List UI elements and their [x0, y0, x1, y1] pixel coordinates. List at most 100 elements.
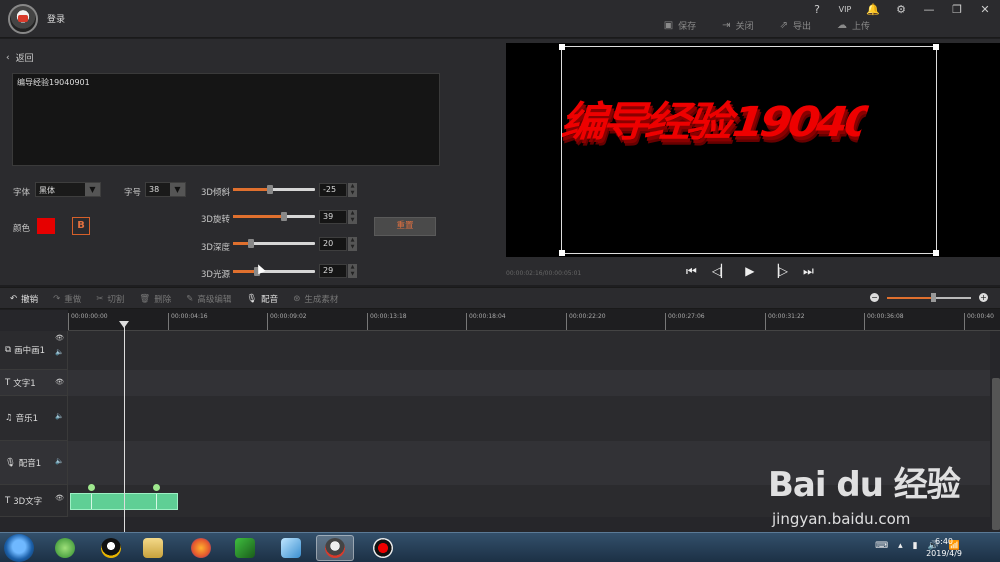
speaker-icon[interactable]: 🔈 [55, 348, 64, 356]
light-stepper[interactable]: ▲ ▼ [348, 264, 357, 278]
taskbar-app-explorer[interactable] [134, 535, 172, 561]
depth-value-input[interactable]: 20 [319, 237, 347, 251]
step-forward-icon[interactable]: ▕▷ [770, 264, 788, 279]
slider-handle[interactable] [280, 212, 287, 221]
gear-icon[interactable]: ⚙ [894, 3, 908, 16]
ruler-tick: 00:00:18:04 [466, 313, 506, 330]
resize-handle[interactable] [559, 44, 565, 50]
light-slider[interactable] [233, 267, 315, 276]
title-bar: 登录 ? VIP 🔔 ⚙ — ❐ ✕ ▣ 保存 ⇥ 关闭 ⇗ 导出 ☁ 上传 [0, 0, 1000, 38]
rotate-value-input[interactable]: 39 [319, 210, 347, 224]
redo-button[interactable]: ↷ 重做 [53, 293, 81, 305]
taskbar-app-media[interactable] [226, 535, 264, 561]
maximize-icon[interactable]: ❐ [950, 3, 964, 16]
track-pip[interactable]: ⧉ 画中画1 👁 🔈 [0, 331, 990, 370]
tilt-slider[interactable] [233, 185, 315, 194]
login-link[interactable]: 登录 [47, 12, 65, 25]
clock-time: 6:40 [935, 537, 954, 546]
skip-to-end-icon[interactable]: ⏭ [803, 264, 814, 279]
ruler-tick: 00:00:09:02 [267, 313, 307, 330]
eye-icon[interactable]: 👁 [55, 378, 64, 386]
tilt-value-input[interactable]: -25 [319, 183, 347, 197]
minimize-icon[interactable]: — [922, 3, 936, 16]
eye-icon[interactable]: 👁 [55, 494, 64, 502]
upload-icon: ☁ [836, 20, 847, 31]
taskbar-app-tool[interactable] [272, 535, 310, 561]
taskbar-app-browser[interactable] [46, 535, 84, 561]
zoom-slider[interactable] [887, 292, 971, 302]
resize-handle[interactable] [933, 44, 939, 50]
save-button[interactable]: ▣ 保存 [664, 19, 696, 32]
watermark-logo-text: Bai du 经验 [768, 465, 961, 505]
close-icon[interactable]: ✕ [978, 3, 992, 16]
back-button[interactable]: ‹ 返回 [6, 51, 34, 65]
timeline-scrollbar[interactable] [992, 378, 1000, 530]
vip-icon[interactable]: VIP [838, 5, 852, 14]
step-back-icon[interactable]: ◁▏ [712, 264, 730, 279]
track-music[interactable]: ♫ 音乐1 🔈 [0, 396, 990, 441]
slider-handle[interactable] [248, 239, 255, 248]
upload-button[interactable]: ☁ 上传 [837, 19, 870, 32]
skip-to-start-icon[interactable]: ⏮ [686, 264, 697, 279]
export-button[interactable]: ⇗ 导出 [780, 19, 811, 32]
eye-icon[interactable]: 👁 [55, 334, 64, 342]
keyframe-marker[interactable] [153, 484, 160, 491]
rotate-stepper[interactable]: ▲ ▼ [348, 210, 357, 224]
ruler-tick: 00:00:40 [964, 313, 994, 330]
depth-slider[interactable] [233, 239, 315, 248]
taskbar-app-firefox[interactable] [182, 535, 220, 561]
rotate-slider[interactable] [233, 212, 315, 221]
keyframe-marker[interactable] [88, 484, 95, 491]
watermark-url: jingyan.baidu.com [772, 510, 911, 528]
font-label: 字体 [13, 188, 31, 198]
resize-handle[interactable] [933, 250, 939, 256]
exit-icon: ⇥ [722, 20, 731, 31]
chevron-down-icon: ▼ [85, 183, 100, 196]
zoom-out-icon[interactable]: − [870, 293, 879, 302]
generate-material-button[interactable]: ⊛ 生成素材 [293, 293, 338, 305]
taskbar-app-recorder[interactable] [364, 535, 402, 561]
music-icon: ♫ [5, 413, 13, 423]
slider-handle[interactable] [266, 185, 273, 194]
size-select[interactable]: 38 ▼ [145, 182, 186, 197]
tilt-stepper[interactable]: ▲ ▼ [348, 183, 357, 197]
cut-button[interactable]: ✂ 切割 [96, 293, 124, 305]
keyboard-icon[interactable]: ⌨ [875, 541, 888, 551]
depth-stepper[interactable]: ▲ ▼ [348, 237, 357, 251]
bold-button[interactable]: B [72, 217, 90, 235]
taskbar-app-qq[interactable] [92, 535, 130, 561]
bell-icon[interactable]: 🔔 [866, 3, 880, 16]
advanced-edit-button[interactable]: ✎ 高级编辑 [186, 293, 231, 305]
track-label: 🎙 配音1 🔈 [0, 441, 68, 485]
taskbar-clock[interactable]: 6:40 2019/4/9 [926, 536, 962, 560]
delete-button[interactable]: 🗑 删除 [139, 293, 171, 305]
refresh-app-icon [55, 538, 75, 558]
help-icon[interactable]: ? [810, 3, 824, 16]
reset-button[interactable]: 重置 [374, 217, 436, 236]
flag-icon[interactable]: ▴ [898, 541, 903, 551]
zoom-in-icon[interactable]: + [979, 293, 988, 302]
color-label: 颜色 [13, 224, 31, 234]
taskbar-app-editor[interactable] [316, 535, 354, 561]
speaker-icon[interactable]: 🔈 [55, 457, 64, 465]
playhead[interactable] [124, 321, 125, 532]
text-content-input[interactable]: 编导经验19040901 [12, 73, 440, 166]
speaker-icon[interactable]: 🔈 [55, 412, 64, 420]
slider-handle[interactable] [931, 292, 937, 302]
start-button[interactable] [4, 534, 34, 562]
undo-button[interactable]: ↶ 撤销 [10, 293, 38, 305]
ruler-tick: 00:00:27:06 [665, 313, 705, 330]
selection-frame[interactable] [559, 44, 939, 256]
color-picker[interactable] [37, 218, 55, 234]
app-logo[interactable] [8, 4, 38, 34]
battery-icon[interactable]: ▮ [913, 541, 918, 551]
light-value-input[interactable]: 29 [319, 264, 347, 278]
track-text[interactable]: T 文字1 👁 [0, 370, 990, 396]
dubbing-button[interactable]: 🎙 配音 [246, 293, 278, 305]
resize-handle[interactable] [559, 250, 565, 256]
time-ruler[interactable]: 00:00:00:00 00:00:04:16 00:00:09:02 00:0… [68, 310, 1000, 331]
edit-toolbar: ↶ 撤销 ↷ 重做 ✂ 切割 🗑 删除 ✎ 高级编辑 🎙 配音 ⊛ 生成素材 − + [0, 287, 1000, 309]
play-icon[interactable]: ▶ [745, 264, 754, 279]
font-select[interactable]: 黑体 ▼ [35, 182, 101, 197]
exit-button[interactable]: ⇥ 关闭 [722, 19, 753, 32]
